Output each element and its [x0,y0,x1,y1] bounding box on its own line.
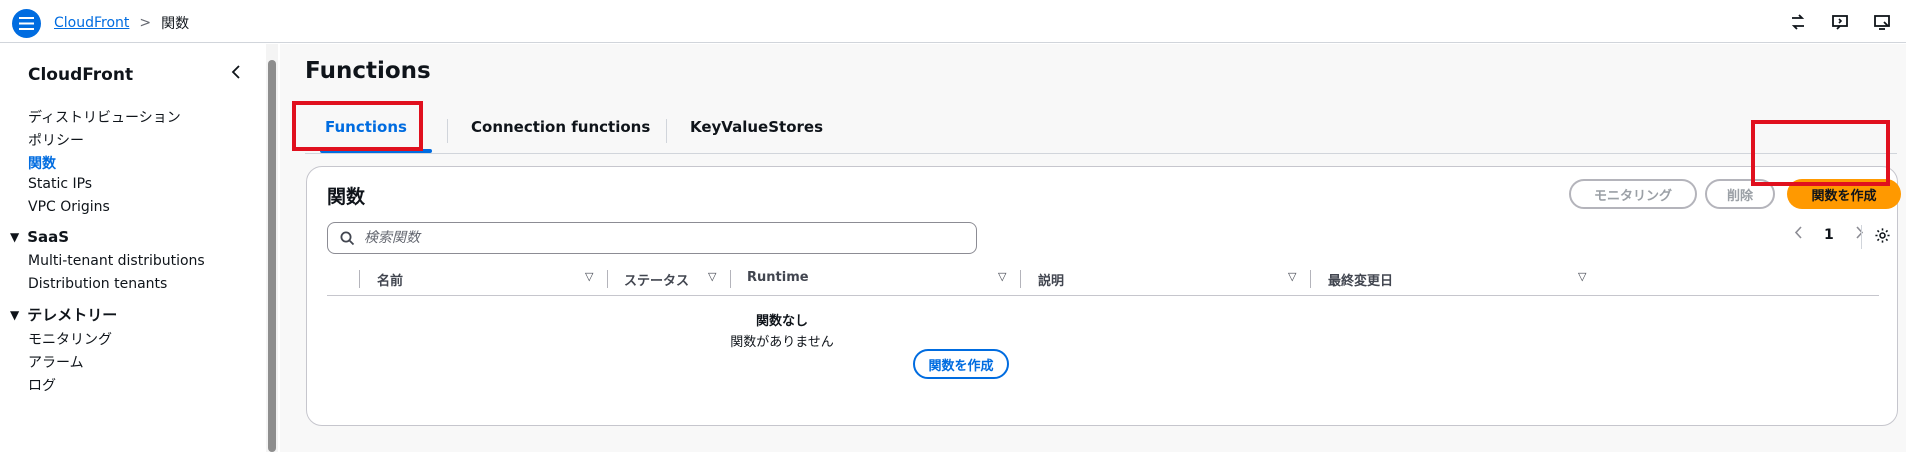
gear-icon[interactable] [1874,227,1891,248]
monitoring-button[interactable]: モニタリング [1569,179,1697,209]
top-navigation-bar: CloudFront > 関数 [0,0,1906,43]
side-navigation: CloudFront ディストリビューション ポリシー 関数 Static IP… [0,44,270,452]
column-divider [1020,270,1021,288]
previous-page-icon[interactable] [1794,226,1802,243]
column-divider [730,270,731,288]
sort-icon[interactable]: ▽ [585,270,593,283]
highlight-box-functions-tab [292,101,423,151]
pagination-divider [1861,225,1862,249]
column-divider [359,270,360,288]
search-field[interactable] [327,222,977,254]
table-title: 関数 [327,186,366,208]
search-icon [340,231,355,250]
tab-keyvaluestores[interactable]: KeyValueStores [690,118,823,136]
highlight-box-create-button [1751,120,1890,186]
breadcrumb: CloudFront > 関数 [54,13,189,33]
breadcrumb-separator: > [139,15,152,31]
table-header: 名前 ▽ ステータス ▽ Runtime ▽ 説明 ▽ 最終変更日 ▽ [327,262,1879,296]
sidebar-item-logs[interactable]: ログ [28,375,56,395]
column-header-status[interactable]: ステータス [624,270,689,289]
column-header-description[interactable]: 説明 [1038,270,1064,289]
expand-caret-icon: ▼ [10,230,20,244]
sidebar-item-static-ips[interactable]: Static IPs [28,176,92,192]
sidebar-scrollbar-thumb[interactable] [268,60,276,452]
sidebar-section-saas[interactable]: ▼ SaaS [10,228,69,246]
sidebar-item-functions[interactable]: 関数 [28,153,56,173]
breadcrumb-current: 関数 [161,16,190,32]
tab-divider [447,119,448,143]
sidebar-title[interactable]: CloudFront [28,65,133,85]
column-header-runtime[interactable]: Runtime [747,270,809,285]
shortcut-icon[interactable] [1788,12,1808,32]
sort-icon[interactable]: ▽ [998,270,1006,283]
breadcrumb-link-cloudfront[interactable]: CloudFront [54,15,129,31]
sidebar-item-distributions[interactable]: ディストリビューション [28,107,181,127]
tab-divider [666,119,667,143]
column-header-name[interactable]: 名前 [377,270,403,289]
empty-state-message: 関数がありません [730,335,834,350]
top-right-toolbar [1788,12,1892,32]
page-number[interactable]: 1 [1824,227,1834,243]
screen-icon[interactable] [1872,12,1892,32]
functions-table-container: 関数 モニタリング 削除 関数を作成 1 名前 ▽ [306,166,1901,426]
empty-create-function-button[interactable]: 関数を作成 [913,349,1009,379]
column-header-last-modified[interactable]: 最終変更日 [1328,270,1393,289]
sort-icon[interactable]: ▽ [1288,270,1296,283]
sidebar-item-alarms[interactable]: アラーム [28,352,84,372]
sort-icon[interactable]: ▽ [1578,270,1586,283]
sidebar-item-multi-tenant[interactable]: Multi-tenant distributions [28,253,205,269]
pagination: 1 [1794,226,1864,243]
main-content: Functions Functions Connection functions… [280,44,1906,452]
search-input[interactable] [364,228,964,248]
sidebar-item-vpc-origins[interactable]: VPC Origins [28,199,110,215]
column-divider [1310,270,1311,288]
feedback-icon[interactable] [1830,12,1850,32]
sidebar-item-distribution-tenants[interactable]: Distribution tenants [28,276,167,292]
collapse-sidebar-icon[interactable] [226,62,246,82]
column-divider [607,270,608,288]
sidebar-section-label: SaaS [27,228,70,246]
tab-list: Functions Connection functions KeyValueS… [305,106,1897,154]
empty-state-title: 関数なし [755,314,808,329]
sidebar-item-policies[interactable]: ポリシー [28,130,84,150]
sort-icon[interactable]: ▽ [708,270,716,283]
menu-icon[interactable] [12,9,41,38]
tab-connection-functions[interactable]: Connection functions [471,118,650,136]
next-page-icon[interactable] [1856,226,1864,243]
page-title: Functions [305,58,431,84]
